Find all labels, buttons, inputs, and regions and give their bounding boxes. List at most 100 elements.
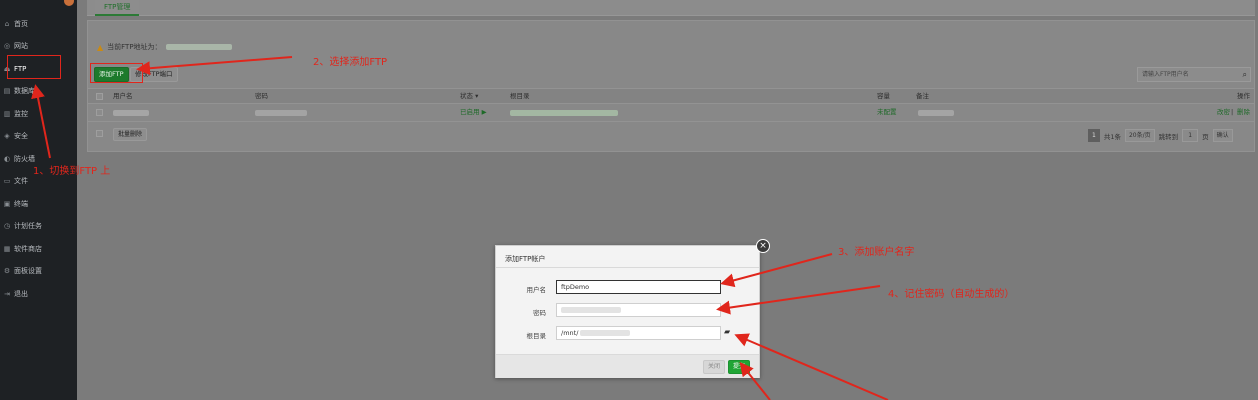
- ftp-content-area: ▲ 当前FTP地址为： 添加FTP 修改FTP端口 请输入FTP用户名 ⌕ 用户…: [87, 20, 1255, 152]
- sidebar-item-label: 防火墙: [14, 155, 35, 163]
- annotation-step4: 4、记住密码（自动生成的）: [888, 289, 1015, 300]
- total-count: 共1条: [1103, 132, 1121, 141]
- root-dir-field[interactable]: /mnt/: [556, 326, 721, 340]
- modal-title: 添加FTP帐户: [505, 255, 546, 263]
- row-checkbox[interactable]: [96, 109, 103, 116]
- root-dir-label: 根目录: [526, 332, 547, 340]
- sidebar-header: [0, 0, 77, 10]
- username-label: 用户名: [526, 286, 547, 294]
- modal-divider: [496, 267, 759, 268]
- password-redacted: [255, 110, 307, 116]
- per-page-select[interactable]: 20条/页: [1124, 129, 1155, 142]
- col-root: 根目录: [510, 92, 530, 100]
- sidebar-item-label: 退出: [14, 290, 28, 298]
- col-status[interactable]: 状态 ▾: [460, 89, 478, 104]
- home-icon: ⌂: [4, 20, 10, 28]
- clock-icon: ◷: [3, 222, 11, 230]
- note-redacted: [918, 110, 954, 116]
- annotation-box-add-ftp: [90, 63, 143, 83]
- col-username: 用户名: [113, 92, 133, 100]
- sidebar-item-3[interactable]: ▤ 数据库: [0, 82, 77, 100]
- footer-checkbox[interactable]: [96, 130, 103, 137]
- shield-icon: ◈: [4, 132, 10, 140]
- ftp-search-input[interactable]: 请输入FTP用户名 ⌕: [1137, 67, 1251, 82]
- ftp-address-value-redacted: [165, 44, 232, 50]
- password-field[interactable]: [556, 303, 721, 317]
- sidebar-item-1[interactable]: ◎ 网站: [0, 37, 77, 55]
- sidebar-item-5[interactable]: ◈ 安全: [0, 127, 77, 145]
- search-placeholder: 请输入FTP用户名: [1142, 71, 1189, 78]
- terminal-icon: ▣: [3, 200, 11, 208]
- sidebar-item-9[interactable]: ◷ 计划任务: [0, 217, 77, 235]
- modal-footer: 关闭 提交: [496, 354, 759, 378]
- globe-icon: ◎: [3, 42, 11, 50]
- sidebar-item-label: 安全: [14, 132, 28, 140]
- folder-open-icon[interactable]: ▰: [724, 327, 730, 336]
- logout-icon: ⇥: [4, 290, 10, 298]
- quota-value[interactable]: 未配置: [877, 105, 897, 120]
- sidebar-item-10[interactable]: ▦ 软件商店: [0, 240, 77, 258]
- username-redacted: [113, 110, 149, 116]
- folder-icon: ▭: [3, 177, 11, 185]
- root-dir-redacted: [580, 330, 631, 336]
- sidebar-item-4[interactable]: ▥ 监控: [0, 105, 77, 123]
- select-all-checkbox[interactable]: [96, 93, 103, 100]
- col-actions: 操作: [1237, 92, 1250, 100]
- annotation-step3: 3、添加账户名字: [838, 247, 915, 258]
- sidebar-item-12[interactable]: ⇥ 退出: [0, 285, 77, 303]
- change-password-link[interactable]: 改密: [1217, 105, 1230, 120]
- notification-badge[interactable]: [64, 0, 74, 6]
- col-note: 备注: [916, 92, 929, 100]
- status-enabled[interactable]: 已启用 ▶: [460, 105, 487, 120]
- sidebar-item-11[interactable]: ⚙ 面板设置: [0, 262, 77, 280]
- add-ftp-modal: 添加FTP帐户 用户名 ftpDemo 密码 根目录 /mnt/ ▰ 关闭 提交: [495, 245, 760, 378]
- sidebar-item-0[interactable]: ⌂ 首页: [0, 15, 77, 33]
- table-footer: 批量删除 1 共1条 20条/页 跳转到 1 页 确认: [88, 125, 1254, 147]
- sidebar-item-label: 数据库: [14, 87, 35, 95]
- annotation-step1: 1、切换到FTP 上: [33, 166, 111, 177]
- root-dir-value: /mnt/: [561, 329, 579, 337]
- sidebar-item-label: 面板设置: [14, 267, 42, 275]
- password-value-redacted: [561, 307, 621, 313]
- sidebar-item-label: 网站: [14, 42, 28, 50]
- sidebar-item-label: 软件商店: [14, 245, 42, 253]
- monitor-icon: ▥: [3, 110, 11, 118]
- close-modal-button[interactable]: 关闭: [703, 360, 726, 374]
- close-icon[interactable]: ×: [756, 239, 770, 253]
- confirm-button[interactable]: 确认: [1212, 129, 1233, 142]
- delete-link[interactable]: 删除: [1237, 105, 1250, 120]
- annotation-step2: 2、选择添加FTP: [313, 57, 388, 68]
- gear-icon: ⚙: [3, 267, 11, 275]
- action-separator: |: [1231, 108, 1234, 116]
- store-icon: ▦: [3, 245, 11, 253]
- warning-icon: ▲: [97, 42, 104, 52]
- firewall-icon: ◐: [3, 155, 11, 163]
- goto-label: 跳转到: [1158, 132, 1179, 141]
- col-quota: 容量: [877, 92, 890, 100]
- page-current[interactable]: 1: [1088, 129, 1100, 142]
- search-icon[interactable]: ⌕: [1243, 68, 1247, 81]
- ftp-address-notice: ▲ 当前FTP地址为：: [97, 42, 232, 52]
- database-icon: ▤: [3, 87, 11, 95]
- pagination: 1 共1条 20条/页 跳转到 1 页 确认: [1088, 129, 1233, 142]
- ftp-address-label: 当前FTP地址为：: [107, 43, 162, 51]
- tab-ftp-management[interactable]: FTP管理: [95, 0, 140, 16]
- sidebar-item-label: 计划任务: [14, 222, 42, 230]
- password-label: 密码: [533, 309, 546, 317]
- sidebar-item-label: 终端: [14, 200, 28, 208]
- sidebar-item-label: 首页: [14, 20, 28, 28]
- tab-bar: FTP管理: [87, 0, 1255, 16]
- table-row: 已启用 ▶ 未配置 改密 | 删除: [88, 105, 1254, 122]
- batch-delete-button[interactable]: 批量删除: [113, 128, 148, 141]
- table-header: 用户名 密码 状态 ▾ 根目录 容量 备注 操作: [88, 88, 1254, 104]
- page-suffix: 页: [1202, 132, 1209, 141]
- annotation-box-ftp-menu: [7, 55, 61, 79]
- sidebar-item-label: 文件: [14, 177, 28, 185]
- submit-button[interactable]: 提交: [728, 360, 751, 374]
- sidebar-item-label: 监控: [14, 110, 28, 118]
- username-field[interactable]: ftpDemo: [556, 280, 721, 294]
- root-path-redacted: [510, 110, 618, 116]
- col-password: 密码: [255, 92, 268, 100]
- goto-page-input[interactable]: 1: [1182, 129, 1199, 142]
- sidebar-item-8[interactable]: ▣ 终端: [0, 195, 77, 213]
